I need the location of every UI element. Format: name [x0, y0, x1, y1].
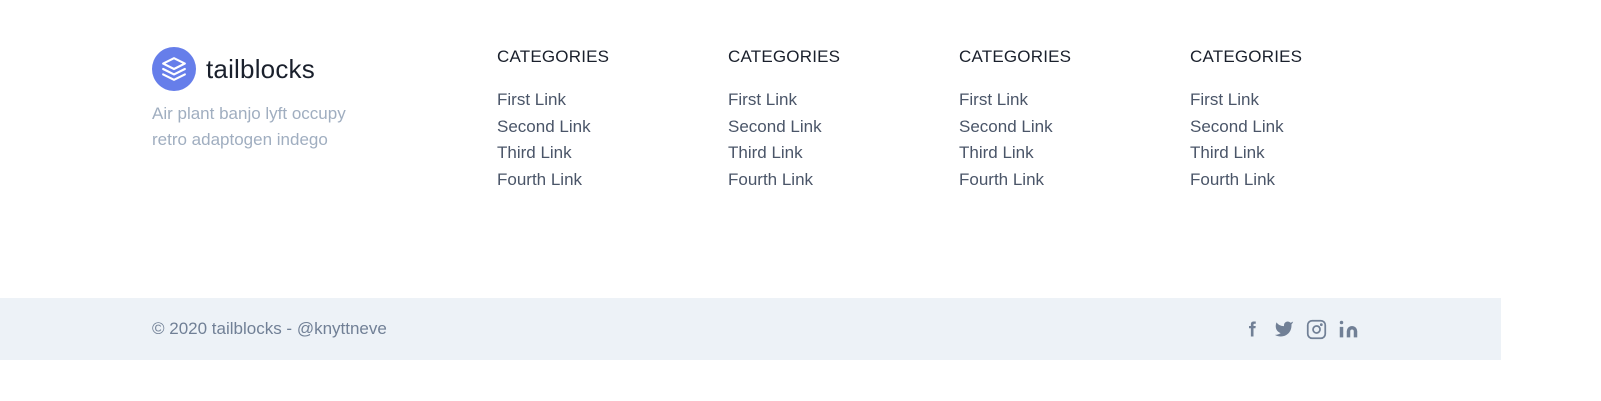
social-links [1241, 318, 1359, 340]
logo-icon [152, 47, 196, 91]
footer-bottom-bar: © 2020 tailblocks - @knyttneve [0, 298, 1501, 360]
column-title: CATEGORIES [728, 47, 841, 66]
fourth-link[interactable]: Fourth Link [1190, 167, 1390, 194]
brand-link[interactable]: tailblocks [152, 47, 412, 91]
brand-name: tailblocks [206, 53, 315, 84]
second-link[interactable]: Second Link [1190, 114, 1390, 141]
column-title: CATEGORIES [959, 47, 1072, 66]
first-link[interactable]: First Link [959, 87, 1159, 114]
first-link[interactable]: First Link [497, 87, 697, 114]
column-title: CATEGORIES [497, 47, 610, 66]
copyright-text: © 2020 tailblocks - @knyttneve [152, 319, 387, 338]
footer-top: tailblocks Air plant banjo lyft occupy r… [0, 0, 1501, 298]
brand-description: Air plant banjo lyft occupy retro adapto… [152, 104, 346, 149]
footer-column-4: CATEGORIES First Link Second Link Third … [1190, 45, 1390, 193]
third-link[interactable]: Third Link [959, 140, 1159, 167]
instagram-icon[interactable] [1305, 318, 1327, 340]
first-link[interactable]: First Link [728, 87, 928, 114]
second-link[interactable]: Second Link [497, 114, 697, 141]
fourth-link[interactable]: Fourth Link [497, 167, 697, 194]
third-link[interactable]: Third Link [728, 140, 928, 167]
facebook-icon[interactable] [1241, 318, 1263, 340]
fourth-link[interactable]: Fourth Link [728, 167, 928, 194]
footer-column-2: CATEGORIES First Link Second Link Third … [728, 45, 928, 193]
third-link[interactable]: Third Link [497, 140, 697, 167]
brand: tailblocks Air plant banjo lyft occupy r… [152, 47, 412, 153]
third-link[interactable]: Third Link [1190, 140, 1390, 167]
linkedin-icon[interactable] [1337, 318, 1359, 340]
footer-column-1: CATEGORIES First Link Second Link Third … [497, 45, 697, 193]
twitter-icon[interactable] [1273, 318, 1295, 340]
fourth-link[interactable]: Fourth Link [959, 167, 1159, 194]
column-title: CATEGORIES [1190, 47, 1303, 66]
second-link[interactable]: Second Link [959, 114, 1159, 141]
second-link[interactable]: Second Link [728, 114, 928, 141]
first-link[interactable]: First Link [1190, 87, 1390, 114]
footer-column-3: CATEGORIES First Link Second Link Third … [959, 45, 1159, 193]
